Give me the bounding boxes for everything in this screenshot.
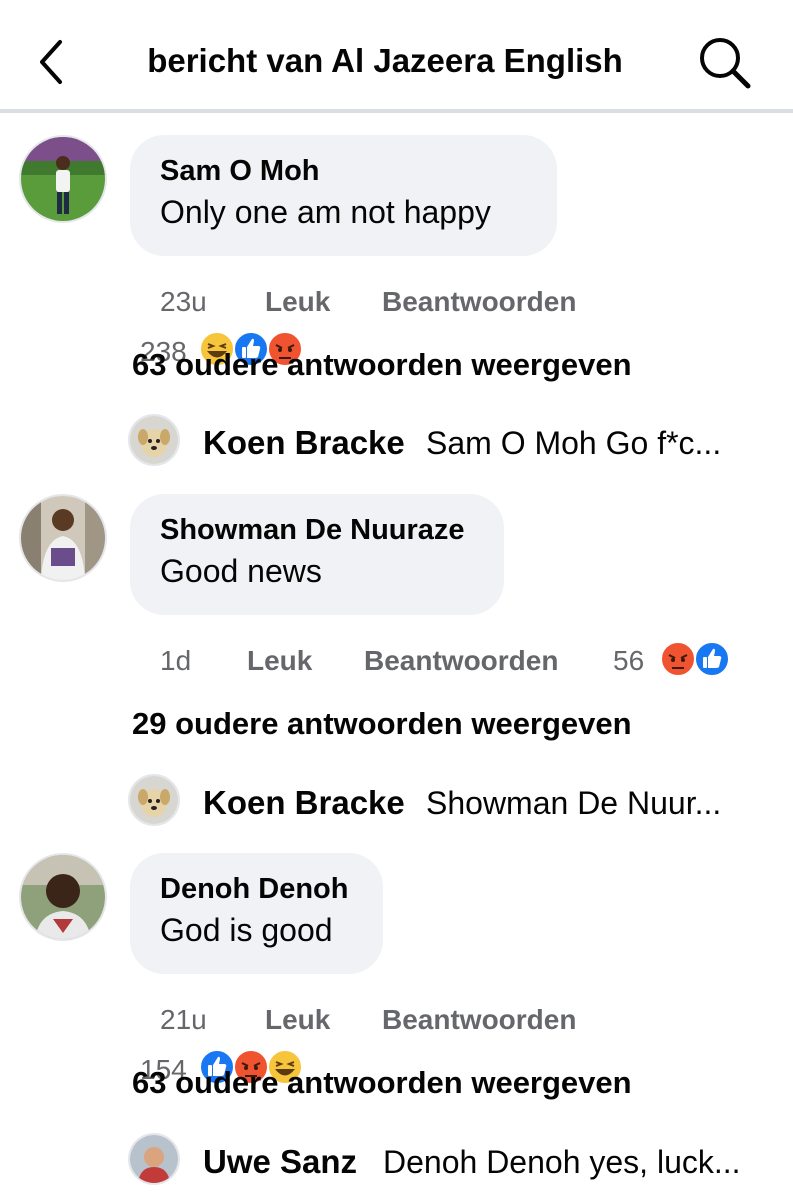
commenter-avatar[interactable]	[19, 494, 107, 582]
view-more-replies[interactable]: 29 oudere antwoorden weergeven	[132, 706, 632, 742]
reply-preview[interactable]: Koen Bracke Showman De Nuur...	[128, 772, 768, 832]
search-button[interactable]	[692, 34, 756, 90]
reply-text: Showman De Nuur...	[426, 785, 722, 821]
search-icon	[700, 38, 751, 89]
reply-avatar	[128, 774, 180, 826]
like-icon	[694, 641, 730, 677]
angry-icon	[660, 641, 696, 677]
commenter-avatar[interactable]	[19, 135, 107, 223]
reply-avatar	[128, 414, 180, 466]
comment-time: 23u	[160, 286, 207, 317]
reaction-summary[interactable]: 56	[613, 640, 743, 678]
reply-author: Koen Bracke	[203, 424, 405, 461]
reply-preview[interactable]: Koen Bracke Sam O Moh Go f*c...	[128, 412, 768, 472]
reply-author: Uwe Sanz	[203, 1143, 358, 1180]
comment-time: 21u	[160, 1004, 207, 1035]
reaction-count: 56	[613, 645, 645, 676]
view-more-replies[interactable]: 63 oudere antwoorden weergeven	[132, 347, 632, 383]
comment-bubble: Denoh Denoh God is good	[130, 853, 383, 974]
reply-text: Sam O Moh Go f*c...	[426, 425, 722, 461]
header-divider	[0, 109, 793, 113]
reply-button[interactable]: Beantwoorden	[364, 645, 558, 677]
comment-author[interactable]: Showman De Nuuraze	[160, 514, 474, 547]
reply-text: Denoh Denoh yes, luck...	[383, 1144, 741, 1180]
reply-button[interactable]: Beantwoorden	[382, 286, 576, 318]
comment-time: 1d	[160, 645, 192, 676]
comment-text: Good news	[160, 553, 322, 589]
comment-text: Only one am not happy	[160, 194, 491, 230]
like-button[interactable]: Leuk	[247, 645, 312, 677]
reply-avatar	[128, 1133, 180, 1185]
reply-preview[interactable]: Uwe Sanz Denoh Denoh yes, luck...	[128, 1131, 768, 1191]
commenter-avatar[interactable]	[19, 853, 107, 941]
chevron-left-icon	[40, 40, 62, 84]
back-button[interactable]	[28, 38, 76, 86]
reply-author: Koen Bracke	[203, 784, 405, 821]
reply-button[interactable]: Beantwoorden	[382, 1004, 576, 1036]
comment-author[interactable]: Sam O Moh	[160, 155, 527, 188]
like-button[interactable]: Leuk	[265, 286, 330, 318]
comment-text: God is good	[160, 912, 333, 948]
view-more-replies[interactable]: 63 oudere antwoorden weergeven	[132, 1065, 632, 1101]
top-bar: bericht van Al Jazeera English	[0, 0, 793, 113]
comment-bubble: Sam O Moh Only one am not happy	[130, 135, 557, 256]
comment-author[interactable]: Denoh Denoh	[160, 873, 353, 906]
page-title: bericht van Al Jazeera English	[147, 42, 623, 79]
like-button[interactable]: Leuk	[265, 1004, 330, 1036]
comment-bubble: Showman De Nuuraze Good news	[130, 494, 504, 615]
